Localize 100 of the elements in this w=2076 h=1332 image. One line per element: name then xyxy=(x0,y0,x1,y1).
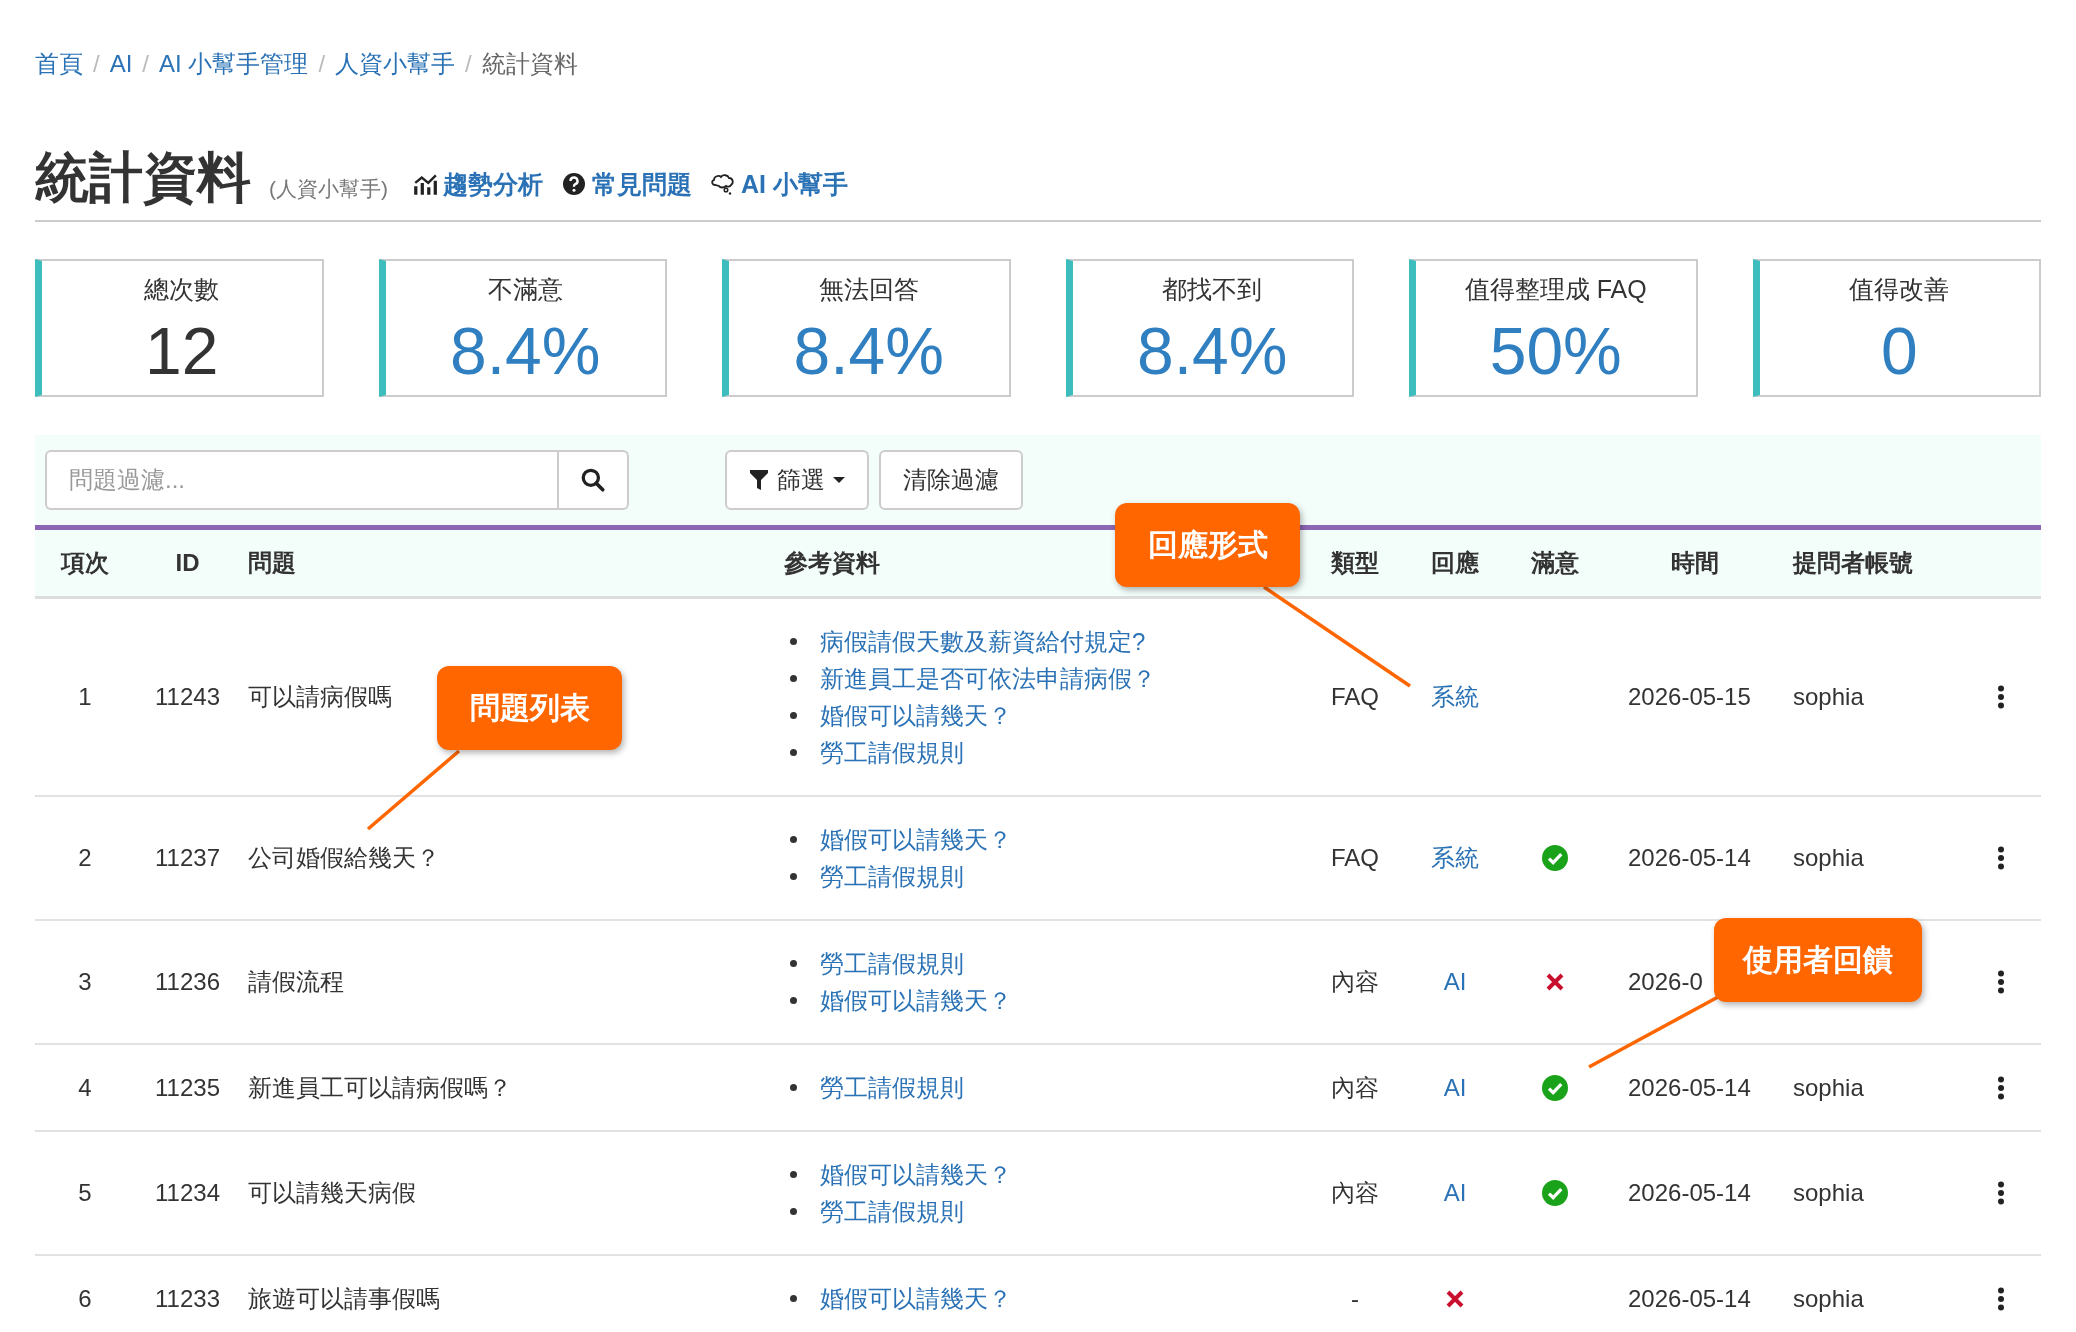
thought-bubble-icon xyxy=(710,172,736,196)
table-cell: 4 xyxy=(78,1073,92,1102)
question-text: 旅遊可以請事假嗎 xyxy=(248,1283,440,1314)
reference-link[interactable]: 新進員工是否可依法申請病假？ xyxy=(820,662,1156,695)
reference-link[interactable]: 病假請假天數及薪資給付規定? xyxy=(820,625,1146,658)
table-cell: 2026-0 xyxy=(1628,968,1703,996)
stat-label: 不滿意 xyxy=(487,274,563,305)
bullet-icon xyxy=(790,997,797,1004)
column-header: 參考資料 xyxy=(784,548,880,578)
table-cell-text: 內容 xyxy=(1331,1178,1379,1208)
reference-link[interactable]: 婚假可以請幾天？ xyxy=(820,823,1012,856)
response-link[interactable]: AI xyxy=(1443,1073,1467,1102)
page-subtitle: (人資小幫手) xyxy=(269,176,388,202)
reference-link[interactable]: 勞工請假規則 xyxy=(820,1195,964,1228)
bullet-icon xyxy=(790,1208,797,1215)
table-cell: 11234 xyxy=(155,1179,220,1207)
search-icon xyxy=(580,467,606,493)
question-text: 公司婚假給幾天？ xyxy=(248,843,440,873)
bullet-icon xyxy=(790,960,797,967)
stat-value: 12 xyxy=(145,313,219,390)
table-cell: - xyxy=(1351,1284,1359,1313)
search-field[interactable]: 問題過濾... xyxy=(45,450,557,510)
more-options-icon[interactable] xyxy=(1996,1286,2005,1311)
column-header: 項次 xyxy=(61,548,109,578)
breadcrumb-link[interactable]: 人資小幫手 xyxy=(335,48,456,80)
funnel-icon xyxy=(749,469,769,491)
table-cell: 3 xyxy=(78,968,92,996)
table-cell: 2 xyxy=(78,844,92,872)
table-cell: 2026-05-14 xyxy=(1628,1073,1751,1102)
breadcrumb-separator: / xyxy=(142,50,150,78)
header-link[interactable]: AI 小幫手 xyxy=(710,167,848,201)
breadcrumb-separator: / xyxy=(93,50,100,78)
table-cell: FAQ xyxy=(1331,844,1379,872)
breadcrumb-link[interactable]: AI 小幫手管理 xyxy=(159,48,309,80)
table-cell: sophia xyxy=(1793,844,1864,872)
bullet-icon xyxy=(790,638,797,645)
stat-value: 0 xyxy=(1880,313,1918,390)
table-cell-text: 內容 xyxy=(1331,1072,1379,1103)
bullet-icon xyxy=(790,712,797,719)
more-options-icon[interactable] xyxy=(1996,846,2005,870)
reference-link[interactable]: 勞工請假規則 xyxy=(820,947,964,980)
response-link[interactable]: 系統 xyxy=(1431,681,1479,713)
stat-value: 8.4% xyxy=(450,313,601,390)
question-text: 請假流程 xyxy=(248,967,344,997)
reference-link[interactable]: 婚假可以請幾天？ xyxy=(820,1282,1012,1315)
column-header: ID xyxy=(175,549,200,577)
breadcrumb-link[interactable]: 首頁 xyxy=(35,48,83,80)
column-header: 類型 xyxy=(1331,548,1379,578)
reference-link[interactable]: 勞工請假規則 xyxy=(820,1071,964,1104)
bullet-icon xyxy=(790,675,797,682)
column-header: 提問者帳號 xyxy=(1793,548,1913,578)
more-options-icon[interactable] xyxy=(1996,685,2005,709)
breadcrumb-link[interactable]: 統計資料 xyxy=(481,48,578,80)
bullet-icon xyxy=(790,1295,797,1302)
table-cell-text: 內容 xyxy=(1331,967,1379,997)
caret-icon xyxy=(833,476,845,484)
table-cell: 5 xyxy=(78,1179,92,1207)
reference-link[interactable]: 婚假可以請幾天？ xyxy=(820,699,1012,732)
response-link[interactable]: AI xyxy=(1443,968,1467,996)
search-button[interactable] xyxy=(557,450,629,510)
more-options-icon[interactable] xyxy=(1996,970,2005,994)
chart-icon xyxy=(412,172,438,196)
stat-value: 8.4% xyxy=(793,313,944,390)
stat-value: 8.4% xyxy=(1137,313,1288,390)
reference-link[interactable]: 婚假可以請幾天？ xyxy=(820,1158,1012,1191)
reference-link[interactable]: 勞工請假規則 xyxy=(820,736,964,769)
table-cell: 11235 xyxy=(155,1073,220,1102)
bullet-icon xyxy=(790,836,797,843)
table-cell: 11236 xyxy=(155,968,220,996)
table-cell: sophia xyxy=(1793,1073,1864,1102)
more-options-icon[interactable] xyxy=(1996,1181,2005,1205)
response-link[interactable]: AI xyxy=(1443,1179,1467,1207)
reference-link[interactable]: 婚假可以請幾天？ xyxy=(820,984,1012,1017)
table-cell: 2026-05-14 xyxy=(1628,1284,1751,1313)
stat-label: 值得整理成 FAQ xyxy=(1464,274,1647,305)
table-cell: sophia xyxy=(1793,1284,1864,1313)
header-link[interactable]: 趨勢分析 xyxy=(412,167,543,201)
filter-button[interactable]: 篩選 xyxy=(725,450,869,510)
clear-filter-button[interactable]: 清除過濾 xyxy=(879,450,1023,510)
question-text: 可以請幾天病假 xyxy=(248,1178,416,1208)
more-options-icon[interactable] xyxy=(1996,1075,2005,1100)
stat-label: 都找不到 xyxy=(1162,274,1263,305)
response-link[interactable]: 系統 xyxy=(1431,842,1479,874)
table-cell: 6 xyxy=(78,1284,92,1313)
reference-link[interactable]: 勞工請假規則 xyxy=(820,860,964,893)
bullet-icon xyxy=(790,749,797,756)
question-icon xyxy=(561,172,587,196)
question-text: 可以請病假嗎 xyxy=(248,682,392,712)
table-cell: 2026-05-14 xyxy=(1628,1179,1751,1207)
stat-label: 無法回答 xyxy=(818,274,919,305)
stat-label: 總次數 xyxy=(144,274,220,305)
table-cell: 2026-05-14 xyxy=(1628,844,1751,872)
column-header: 滿意 xyxy=(1531,548,1579,578)
column-header: 時間 xyxy=(1671,548,1719,578)
table-cell: 11237 xyxy=(155,844,220,872)
column-header: 問題 xyxy=(248,548,296,578)
breadcrumb-link[interactable]: AI xyxy=(109,50,133,78)
header-link[interactable]: 常見問題 xyxy=(561,167,692,201)
table-cell: 11233 xyxy=(155,1284,220,1313)
breadcrumb-separator: / xyxy=(318,50,326,78)
